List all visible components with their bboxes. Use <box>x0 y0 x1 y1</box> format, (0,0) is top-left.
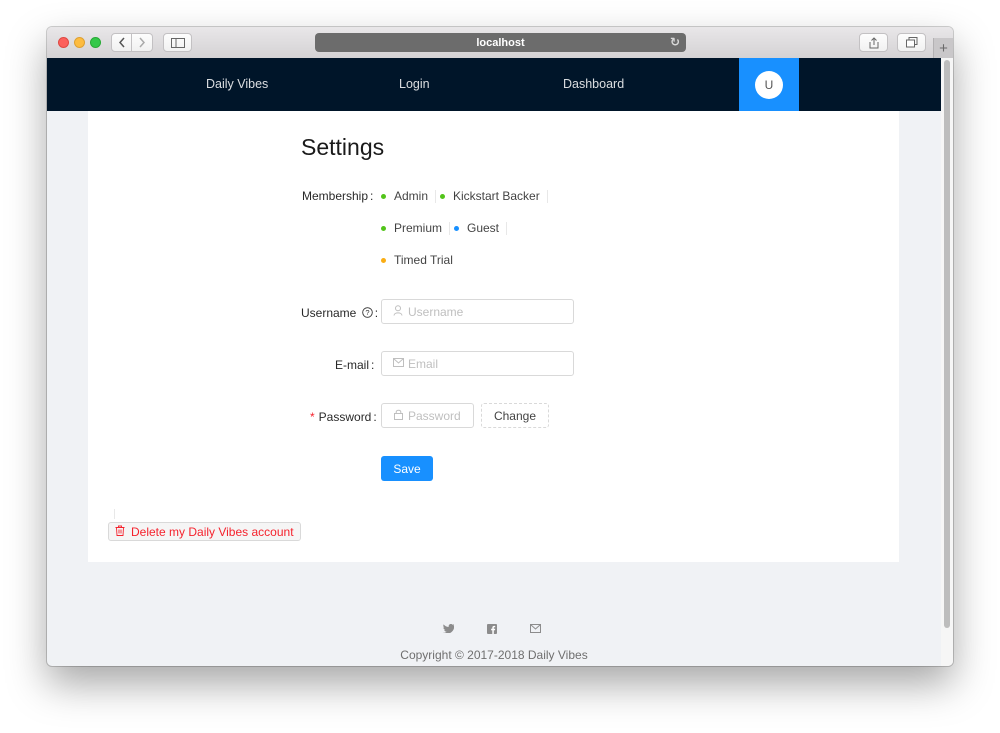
show-tabs-button[interactable] <box>897 33 926 52</box>
status-dot <box>381 257 386 263</box>
membership-tag-label: Kickstart Backer <box>453 189 540 203</box>
url-text: localhost <box>476 36 525 49</box>
address-bar[interactable]: localhost ↻ <box>315 33 686 52</box>
username-field[interactable] <box>381 299 574 324</box>
delete-account-button[interactable]: Delete my Daily Vibes account <box>108 522 301 541</box>
copyright-text: Copyright © 2017-2018 Daily Vibes <box>400 648 588 662</box>
membership-label: Membership: <box>302 189 374 203</box>
question-circle-icon[interactable]: ? <box>361 307 373 318</box>
nav-brand[interactable]: Daily Vibes <box>206 58 268 111</box>
email-label: E-mail: <box>335 358 375 372</box>
browser-window: localhost ↻ + Daily Vibes Login Dashboar… <box>47 27 953 666</box>
svg-text:?: ? <box>365 308 369 317</box>
membership-tag: Timed Trial <box>381 253 453 267</box>
email-input[interactable] <box>408 356 558 371</box>
sidebar-toggle-button[interactable] <box>163 33 192 52</box>
membership-tag-label: Admin <box>394 189 429 203</box>
membership-tag: Premium <box>381 221 451 235</box>
status-dot <box>381 225 386 231</box>
reload-icon[interactable]: ↻ <box>670 35 680 49</box>
membership-tag: Kickstart Backer <box>440 189 548 203</box>
delete-account-label: Delete my Daily Vibes account <box>131 524 294 539</box>
membership-label-text: Membership <box>302 189 369 203</box>
password-label-text: Password <box>318 410 372 424</box>
settings-card: Settings Membership: Admin Kickstart Bac… <box>88 111 899 562</box>
membership-tag: Admin <box>381 189 437 203</box>
username-label: Username ?: <box>301 306 379 320</box>
browser-titlebar: localhost ↻ + <box>47 27 953 59</box>
password-input[interactable] <box>408 408 468 423</box>
facebook-icon[interactable] <box>487 624 497 634</box>
page-title: Settings <box>301 134 385 160</box>
forward-button[interactable] <box>132 33 153 52</box>
status-dot <box>440 193 445 199</box>
membership-tag-label: Premium <box>394 221 443 235</box>
email-label-text: E-mail <box>335 358 370 372</box>
save-button[interactable]: Save <box>381 456 433 481</box>
mail-icon <box>391 357 405 370</box>
plus-icon[interactable]: + <box>933 38 953 58</box>
close-window-button[interactable] <box>58 37 69 48</box>
membership-tag-label: Guest <box>467 221 500 235</box>
sidebar-icon <box>170 37 185 48</box>
membership-tag-label: Timed Trial <box>394 253 453 267</box>
tabs-icon <box>905 37 917 48</box>
divider <box>114 509 115 519</box>
share-icon <box>869 36 878 48</box>
nav-login[interactable]: Login <box>399 58 430 111</box>
required-marker: * <box>310 410 315 424</box>
chevron-right-icon <box>139 37 146 48</box>
twitter-icon[interactable] <box>443 624 454 633</box>
password-label: * Password: <box>310 410 377 424</box>
footer-social-icons <box>443 624 541 634</box>
lock-icon <box>391 409 405 423</box>
status-dot <box>381 193 386 199</box>
user-icon <box>391 304 405 319</box>
password-field[interactable] <box>381 403 474 428</box>
minimize-window-button[interactable] <box>74 37 85 48</box>
chevron-left-icon <box>118 37 125 48</box>
zoom-window-button[interactable] <box>90 37 101 48</box>
status-dot <box>454 225 459 231</box>
username-label-text: Username <box>301 306 357 320</box>
top-navbar: Daily Vibes Login Dashboard U <box>47 58 941 111</box>
nav-user-menu[interactable]: U <box>739 58 799 111</box>
scrollbar-thumb[interactable] <box>944 60 950 628</box>
avatar: U <box>755 70 783 99</box>
trash-icon <box>115 525 125 539</box>
membership-tag: Guest <box>454 221 508 235</box>
share-button[interactable] <box>859 33 888 52</box>
back-button[interactable] <box>111 33 132 52</box>
change-password-button[interactable]: Change <box>481 403 549 428</box>
mail-icon[interactable] <box>530 624 541 633</box>
username-input[interactable] <box>408 304 558 319</box>
nav-dashboard[interactable]: Dashboard <box>563 58 624 111</box>
email-field[interactable] <box>381 351 574 376</box>
